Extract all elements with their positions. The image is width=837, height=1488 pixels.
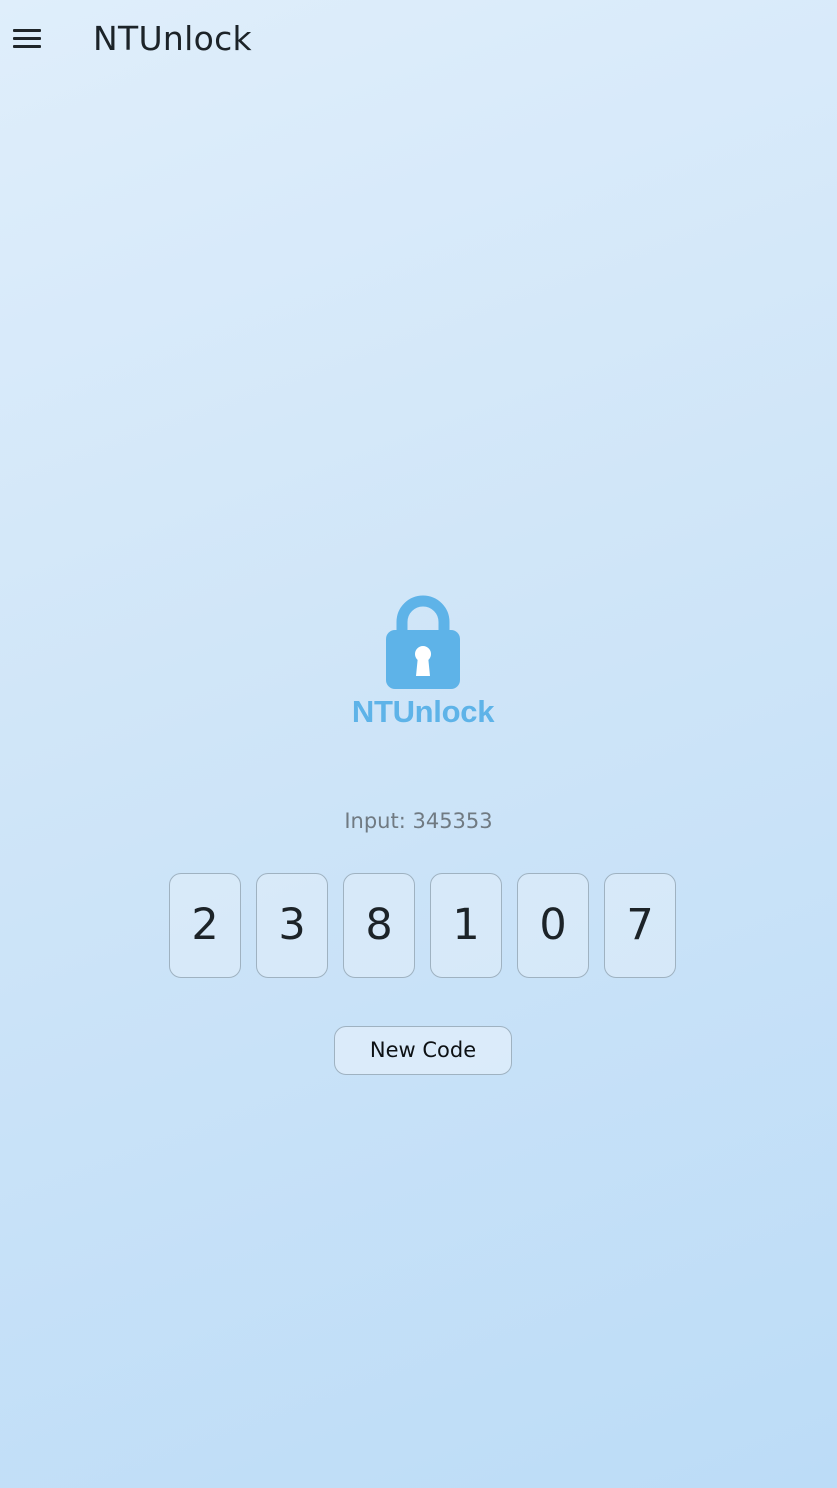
app-logo: NTUnlock: [338, 592, 508, 732]
menu-line: [13, 45, 41, 48]
hamburger-menu-icon[interactable]: [8, 20, 46, 58]
code-digit-box: 0: [517, 873, 589, 978]
input-display: Input: 345353: [344, 809, 493, 833]
code-digit-box: 7: [604, 873, 676, 978]
menu-line: [13, 29, 41, 32]
padlock-icon: [386, 595, 460, 689]
code-digit-box: 3: [256, 873, 328, 978]
app-title: NTUnlock: [93, 19, 252, 58]
new-code-button[interactable]: New Code: [334, 1026, 512, 1075]
code-digit-box: 1: [430, 873, 502, 978]
code-digit-box: 2: [169, 873, 241, 978]
logo-wordmark: NTUnlock: [351, 694, 495, 729]
menu-line: [13, 37, 41, 40]
app-bar: NTUnlock: [0, 0, 837, 80]
code-digit-box: 8: [343, 873, 415, 978]
code-digits: 2 3 8 1 0 7: [169, 873, 677, 978]
